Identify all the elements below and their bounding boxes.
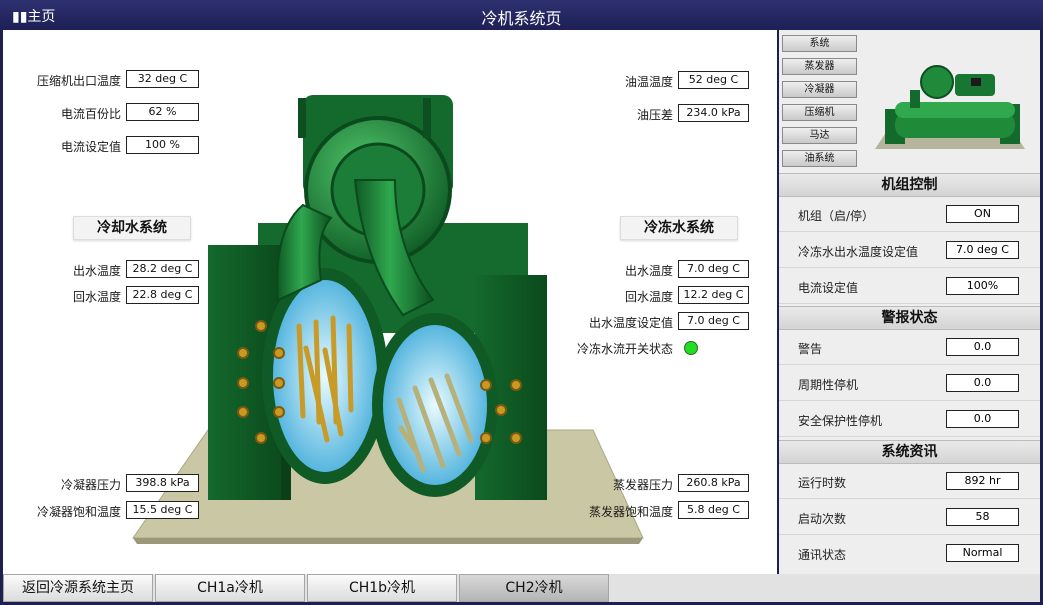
- cooling-water-title: 冷却水系统: [73, 216, 191, 240]
- system-info-title: 系统资讯: [779, 440, 1040, 464]
- evaporator-pressure-label: 蒸发器压力: [612, 478, 673, 492]
- cycling-shutdown-label: 周期性停机: [798, 378, 859, 392]
- right-panel: 系统 蒸发器 冷凝器 压缩机 马达 油系统 机组控制 机组（启/停） ON 冷冻…: [779, 30, 1040, 574]
- cooling-outlet-temp-value: 28.2 deg C: [126, 260, 199, 278]
- oil-temp-label: 油温温度: [624, 75, 673, 89]
- oil-temp-value: 52 deg C: [678, 71, 749, 89]
- alarm-status-title: 警报状态: [779, 306, 1040, 330]
- chilled-setpoint-label: 冷冻水出水温度设定值: [798, 245, 919, 259]
- compressor-outlet-temp-value: 32 deg C: [126, 70, 199, 88]
- current-setpoint-label: 电流设定值: [60, 140, 121, 154]
- evaporator-pressure-value: 260.8 kPa: [678, 474, 749, 492]
- oil-pressure-diff-value: 234.0 kPa: [678, 104, 749, 122]
- bottom-tab-bar: 返回冷源系统主页 CH1a冷机 CH1b冷机 CH2冷机: [3, 574, 1040, 602]
- unit-onoff-value[interactable]: ON: [946, 205, 1019, 223]
- cooling-return-temp-label: 回水温度: [72, 290, 121, 304]
- current-setpoint-ctrl-label: 电流设定值: [798, 281, 859, 295]
- warning-value: 0.0: [946, 338, 1019, 356]
- nav-system-button[interactable]: 系统: [782, 35, 857, 52]
- evaporator-sat-temp-value: 5.8 deg C: [678, 501, 749, 519]
- flow-switch-status-indicator: [684, 341, 698, 355]
- cooling-return-temp-value: 22.8 deg C: [126, 286, 199, 304]
- chilled-flow-switch-label: 冷冻水流开关状态: [576, 342, 673, 356]
- safety-shutdown-value: 0.0: [946, 410, 1019, 428]
- start-count-row: 启动次数 58: [779, 500, 1040, 535]
- tab-ch2[interactable]: CH2冷机: [459, 574, 609, 602]
- chilled-water-title: 冷冻水系统: [620, 216, 738, 240]
- warning-label: 警告: [798, 342, 823, 356]
- unit-onoff-label: 机组（启/停）: [798, 209, 875, 223]
- condenser-sat-temp-label: 冷凝器饱和温度: [36, 505, 121, 519]
- current-setpoint-ctrl-value[interactable]: 100%: [946, 277, 1019, 295]
- home-button[interactable]: ▮▮主页: [12, 6, 55, 26]
- chilled-outlet-temp-label: 出水温度: [624, 264, 673, 278]
- chilled-return-temp-label: 回水温度: [624, 290, 673, 304]
- tab-ch1b[interactable]: CH1b冷机: [307, 574, 457, 602]
- condenser-pressure-label: 冷凝器压力: [60, 478, 121, 492]
- cycling-shutdown-row: 周期性停机 0.0: [779, 366, 1040, 401]
- chilled-outlet-setpoint-value: 7.0 deg C: [678, 312, 749, 330]
- current-setpoint-row: 电流设定值 100%: [779, 269, 1040, 304]
- current-setpoint-value: 100 %: [126, 136, 199, 154]
- tab-ch1a[interactable]: CH1a冷机: [155, 574, 305, 602]
- start-count-label: 启动次数: [798, 512, 847, 526]
- current-percent-value: 62 %: [126, 103, 199, 121]
- cycling-shutdown-value: 0.0: [946, 374, 1019, 392]
- evaporator-sat-temp-label: 蒸发器饱和温度: [588, 505, 673, 519]
- chilled-setpoint-row: 冷冻水出水温度设定值 7.0 deg C: [779, 233, 1040, 268]
- start-count-value: 58: [946, 508, 1019, 526]
- chilled-return-temp-value: 12.2 deg C: [678, 286, 749, 304]
- cooling-outlet-temp-label: 出水温度: [72, 264, 121, 278]
- page-title: 冷机系统页: [481, 9, 562, 28]
- compressor-outlet-temp-label: 压缩机出口温度: [36, 74, 121, 88]
- tab-return-home[interactable]: 返回冷源系统主页: [3, 574, 153, 602]
- chiller-thumbnail: [875, 65, 1025, 149]
- warning-row: 警告 0.0: [779, 330, 1040, 365]
- chilled-outlet-temp-value: 7.0 deg C: [678, 260, 749, 278]
- run-hours-value: 892 hr: [946, 472, 1019, 490]
- title-bar: ▮▮主页 冷机系统页: [0, 0, 1043, 30]
- run-hours-row: 运行时数 892 hr: [779, 464, 1040, 499]
- nav-compressor-button[interactable]: 压缩机: [782, 104, 857, 121]
- nav-oil-system-button[interactable]: 油系统: [782, 150, 857, 167]
- run-hours-label: 运行时数: [798, 476, 847, 490]
- nav-motor-button[interactable]: 马达: [782, 127, 857, 144]
- chilled-outlet-setpoint-label: 出水温度设定值: [588, 316, 673, 330]
- nav-evaporator-button[interactable]: 蒸发器: [782, 58, 857, 75]
- nav-condenser-button[interactable]: 冷凝器: [782, 81, 857, 98]
- comm-status-row: 通讯状态 Normal: [779, 536, 1040, 571]
- current-percent-label: 电流百份比: [60, 107, 121, 121]
- safety-shutdown-row: 安全保护性停机 0.0: [779, 402, 1040, 437]
- unit-onoff-row: 机组（启/停） ON: [779, 197, 1040, 232]
- unit-control-title: 机组控制: [779, 173, 1040, 197]
- chilled-setpoint-value[interactable]: 7.0 deg C: [946, 241, 1019, 259]
- safety-shutdown-label: 安全保护性停机: [798, 414, 883, 428]
- comm-status-value: Normal: [946, 544, 1019, 562]
- condenser-pressure-value: 398.8 kPa: [126, 474, 199, 492]
- chiller-view: 压缩机出口温度 32 deg C 电流百份比 62 % 电流设定值 100 % …: [3, 30, 777, 574]
- comm-status-label: 通讯状态: [798, 548, 847, 562]
- condenser-sat-temp-value: 15.5 deg C: [126, 501, 199, 519]
- oil-pressure-diff-label: 油压差: [636, 108, 673, 122]
